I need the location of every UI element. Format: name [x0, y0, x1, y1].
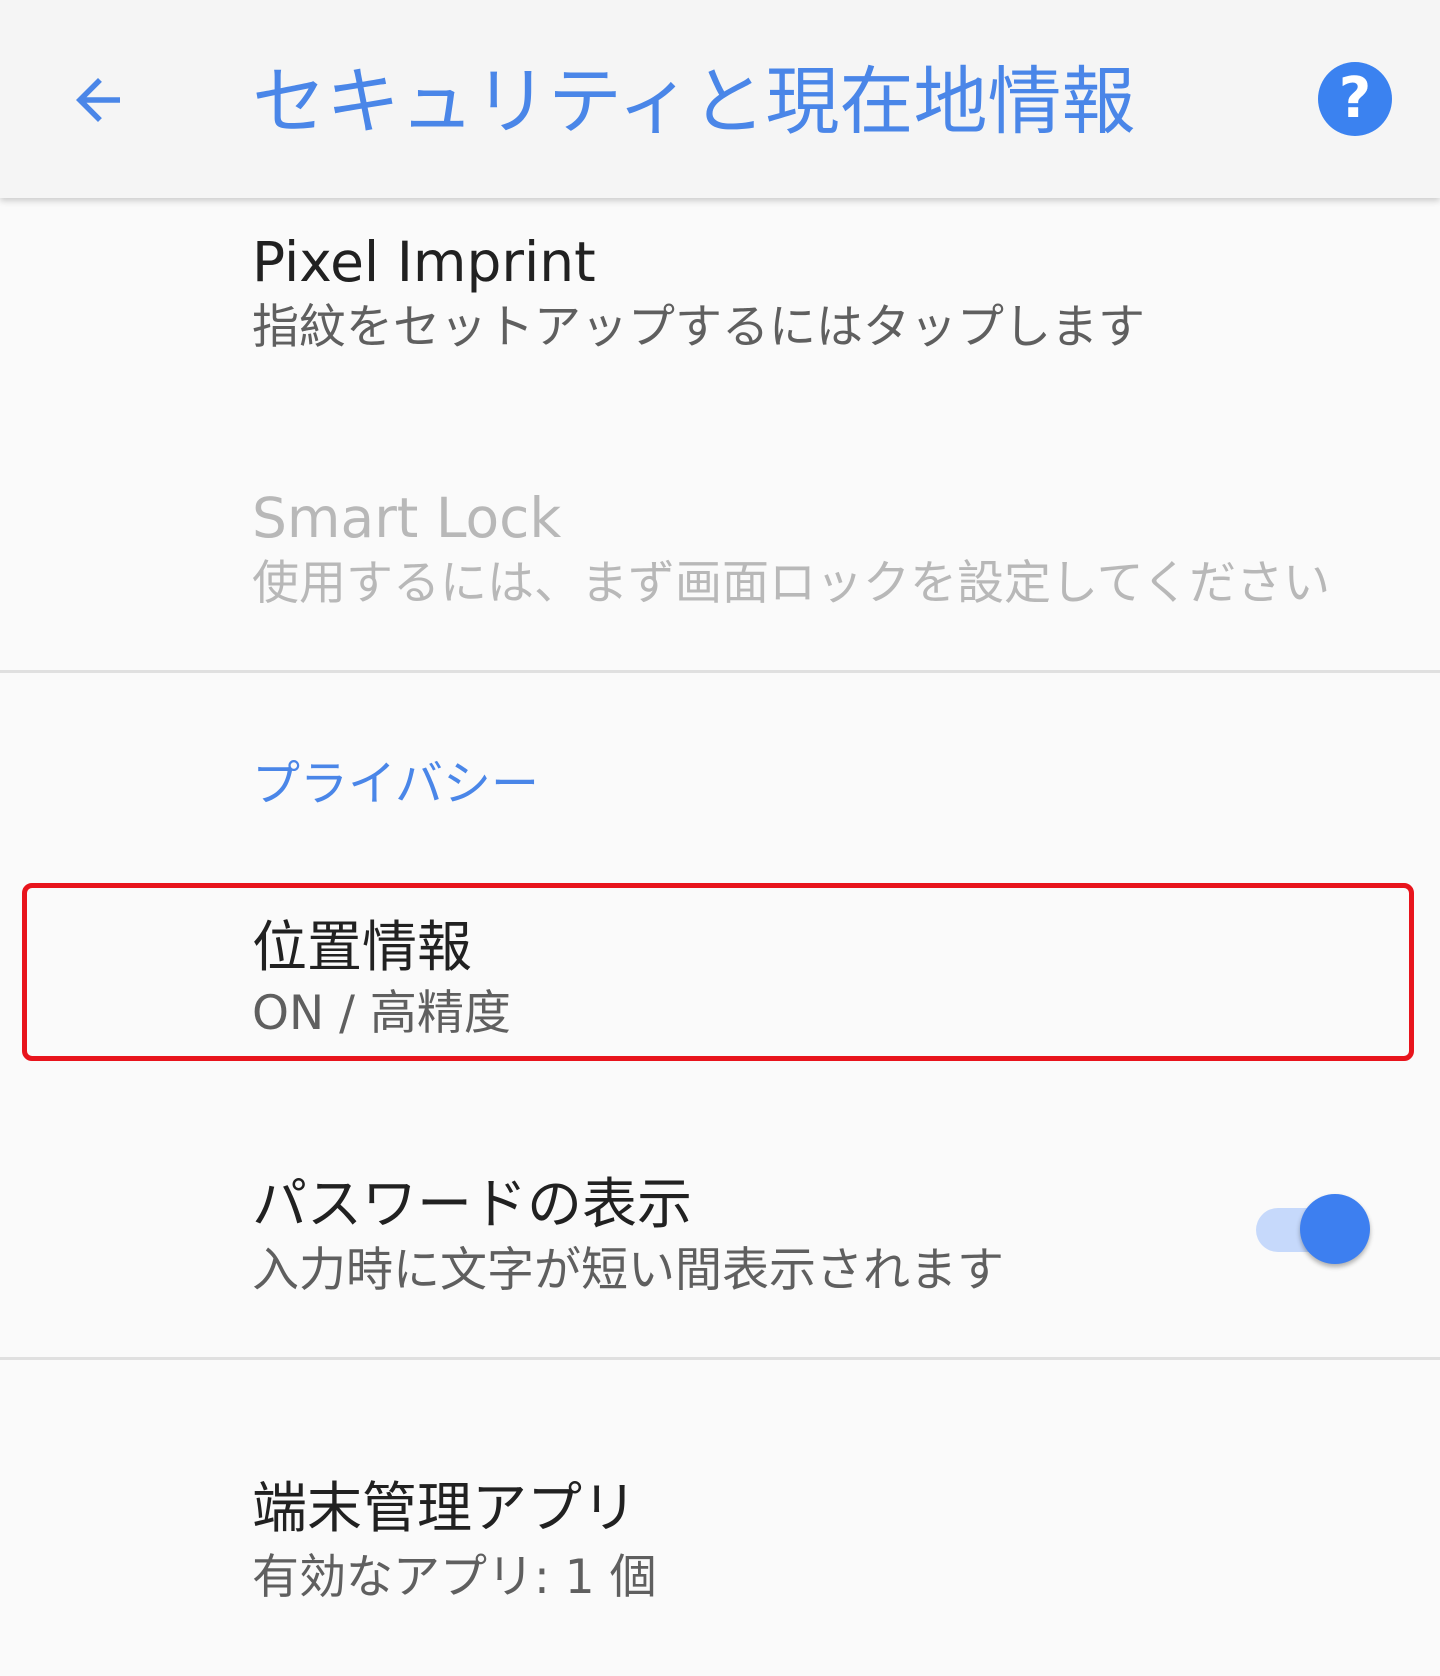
item-title: Smart Lock [252, 486, 562, 550]
item-subtitle: 指紋をセットアップするにはタップします [252, 300, 1145, 355]
settings-item-device-admin-apps[interactable]: 端末管理アプリ 有効なアプリ: 1 個 [0, 1400, 1440, 1676]
settings-item-show-passwords[interactable]: パスワードの表示 入力時に文字が短い間表示されます [0, 1140, 1440, 1350]
show-passwords-toggle[interactable] [1254, 1194, 1374, 1264]
item-title: 位置情報 [252, 915, 473, 979]
settings-item-location[interactable]: 位置情報 ON / 高精度 [0, 883, 1440, 1061]
page-title: セキュリティと現在地情報 [252, 59, 1136, 145]
section-header-privacy: プライバシー [252, 756, 540, 812]
back-button[interactable] [58, 60, 138, 140]
item-subtitle: 有効なアプリ: 1 個 [252, 1550, 657, 1605]
item-subtitle: 使用するには、まず画面ロックを設定してください [252, 556, 1331, 611]
help-circle-icon: ? [1338, 66, 1372, 131]
settings-item-smart-lock: Smart Lock 使用するには、まず画面ロックを設定してください [0, 418, 1440, 670]
help-button[interactable]: ? [1318, 62, 1392, 136]
divider [0, 670, 1440, 673]
divider [0, 1357, 1440, 1360]
item-subtitle: 入力時に文字が短い間表示されます [252, 1243, 1004, 1298]
item-title: パスワードの表示 [252, 1172, 693, 1236]
item-title: 端末管理アプリ [252, 1476, 638, 1540]
app-bar: セキュリティと現在地情報 ? [0, 0, 1440, 198]
toggle-thumb [1300, 1194, 1370, 1264]
item-title: Pixel Imprint [252, 230, 596, 294]
item-subtitle: ON / 高精度 [252, 986, 511, 1041]
settings-item-pixel-imprint[interactable]: Pixel Imprint 指紋をセットアップするにはタップします [0, 198, 1440, 418]
arrow-left-icon [76, 78, 120, 122]
